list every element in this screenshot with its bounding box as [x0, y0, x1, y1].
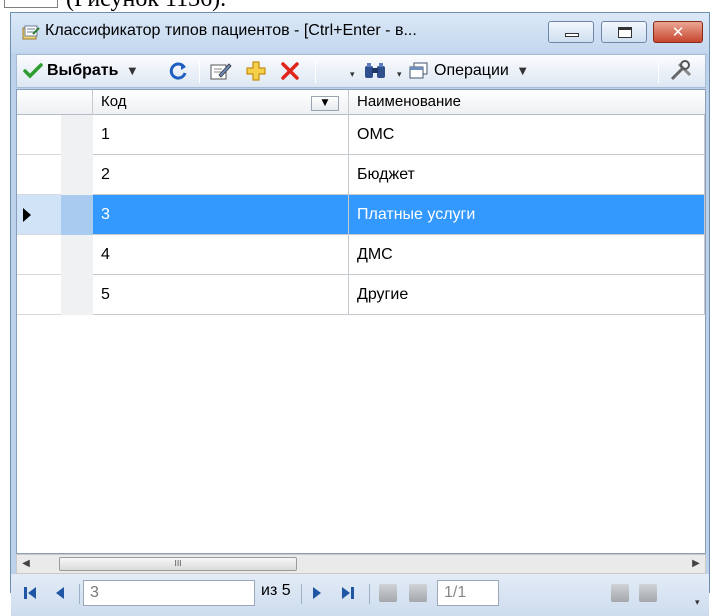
toolbar-overflow-icon[interactable]: ▾	[397, 70, 402, 80]
cell-name[interactable]: ДМС	[349, 235, 705, 275]
row-indicator[interactable]	[17, 195, 93, 235]
operations-menu[interactable]: Операции ▼	[409, 55, 527, 87]
delete-button[interactable]	[279, 55, 301, 87]
current-row-arrow-icon	[23, 208, 31, 222]
first-page-icon	[379, 584, 397, 602]
cell-code[interactable]: 3	[93, 195, 349, 235]
caption-text: (Рисунок 1136).	[66, 0, 226, 12]
last-record-icon	[342, 587, 354, 599]
row-indicator[interactable]	[17, 275, 93, 315]
binoculars-icon	[365, 63, 385, 78]
cell-code[interactable]: 2	[93, 155, 349, 195]
caption-frame	[4, 0, 58, 8]
toolbar-separator	[315, 61, 316, 83]
last-record-button[interactable]	[337, 578, 359, 608]
window-title: Классификатор типов пациентов - [Ctrl+En…	[45, 22, 417, 39]
prev-page-icon	[409, 584, 427, 602]
nav-separator	[369, 584, 370, 604]
grid-header: Код ▼ Наименование	[17, 90, 705, 115]
operations-label: Операции	[434, 62, 509, 79]
table-row[interactable]: 2 Бюджет	[17, 155, 705, 195]
window-icon	[22, 25, 40, 40]
cell-name[interactable]: Платные услуги	[349, 195, 705, 235]
cell-code[interactable]: 1	[93, 115, 349, 155]
title-bar[interactable]: Классификатор типов пациентов - [Ctrl+En…	[11, 13, 709, 53]
minimize-button[interactable]	[548, 21, 594, 43]
row-indicator-header	[17, 90, 93, 115]
next-record-button[interactable]	[306, 578, 328, 608]
record-navigator: 3 из 5 1/1 ▾	[11, 574, 709, 616]
scroll-thumb[interactable]: III	[59, 557, 297, 571]
scroll-left-icon[interactable]: ◀	[17, 555, 35, 573]
cell-code[interactable]: 5	[93, 275, 349, 315]
edit-button[interactable]	[210, 55, 232, 87]
cell-code[interactable]: 4	[93, 235, 349, 275]
table-row[interactable]: 5 Другие	[17, 275, 705, 315]
operations-dropdown-icon: ▼	[518, 65, 527, 77]
navigator-overflow-icon[interactable]: ▾	[695, 598, 700, 608]
first-record-button[interactable]	[19, 578, 41, 608]
minimize-icon	[565, 33, 579, 37]
horizontal-scrollbar[interactable]: ◀ III ▶	[16, 554, 706, 574]
tools-icon	[670, 60, 692, 81]
record-count-label: из 5	[261, 582, 291, 599]
cell-name[interactable]: Бюджет	[349, 155, 705, 195]
table-row[interactable]: 1 ОМС	[17, 115, 705, 155]
filter-dropdown-icon: ▼	[321, 98, 329, 108]
delete-x-icon	[281, 62, 299, 80]
next-page-icon	[611, 584, 629, 602]
find-button[interactable]	[363, 55, 387, 87]
first-record-icon	[24, 587, 36, 599]
nav-separator	[79, 584, 80, 604]
row-indicator[interactable]	[17, 235, 93, 275]
page-input[interactable]: 1/1	[437, 580, 499, 606]
cell-name[interactable]: ОМС	[349, 115, 705, 155]
refresh-icon	[169, 62, 187, 80]
row-indicator[interactable]	[17, 115, 93, 155]
close-button[interactable]: ✕	[653, 21, 703, 43]
add-button[interactable]	[245, 55, 267, 87]
column-filter-button[interactable]: ▼	[311, 96, 339, 111]
plus-icon	[246, 61, 266, 81]
checkmark-icon	[23, 63, 43, 79]
toolbar: Выбрать ▼ ▾ ▾ Операции ▼	[16, 54, 706, 88]
edit-icon	[210, 63, 232, 80]
table-row-selected[interactable]: 3 Платные услуги	[17, 195, 705, 235]
next-record-icon	[313, 587, 321, 599]
nav-separator	[301, 584, 302, 604]
last-page-icon	[639, 584, 657, 602]
operations-icon	[409, 62, 428, 79]
select-dropdown-icon[interactable]: ▼	[128, 66, 136, 77]
row-indicator[interactable]	[17, 155, 93, 195]
column-header-code-label: Код	[101, 93, 127, 110]
document-caption: (Рисунок 1136).	[0, 0, 714, 12]
current-record-input[interactable]: 3	[83, 580, 255, 606]
column-header-name[interactable]: Наименование	[349, 90, 705, 115]
settings-button[interactable]	[669, 55, 695, 87]
toolbar-separator	[199, 61, 200, 83]
cell-name[interactable]: Другие	[349, 275, 705, 315]
scroll-grip-icon: III	[174, 559, 182, 568]
prev-record-button[interactable]	[49, 578, 71, 608]
close-icon: ✕	[671, 23, 685, 41]
select-button-label: Выбрать	[47, 62, 119, 79]
table-row[interactable]: 4 ДМС	[17, 235, 705, 275]
toolbar-overflow-icon[interactable]: ▾	[350, 70, 355, 80]
classifier-window: Классификатор типов пациентов - [Ctrl+En…	[10, 12, 710, 616]
toolbar-separator	[658, 61, 659, 83]
refresh-button[interactable]	[169, 55, 189, 87]
maximize-button[interactable]	[601, 21, 647, 43]
select-button[interactable]: Выбрать ▼	[23, 55, 136, 87]
scroll-right-icon[interactable]: ▶	[687, 555, 705, 573]
maximize-icon	[618, 27, 632, 38]
column-header-name-label: Наименование	[357, 93, 461, 110]
prev-record-icon	[56, 587, 64, 599]
data-grid: Код ▼ Наименование 1 ОМС 2 Бюджет 3 Плат…	[16, 89, 706, 554]
